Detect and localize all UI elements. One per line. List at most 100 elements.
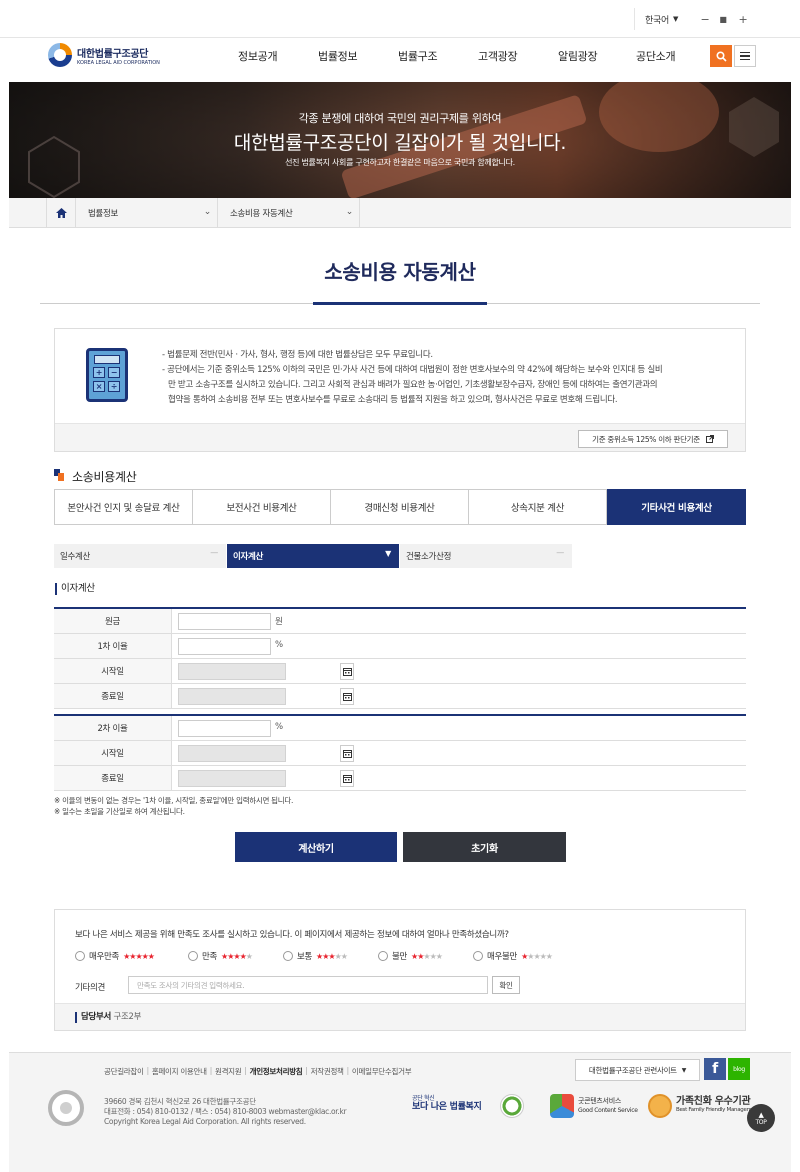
breadcrumb-level1[interactable]: 법률정보 ⌄ (76, 198, 218, 228)
footer-links: 공단길라잡이 | 홈페이지 이용안내 | 원격지원 | 개인정보처리방침 | 저작권정책… (104, 1066, 412, 1077)
tab-other-case-fee[interactable]: 기타사건 비용계산 (607, 489, 746, 525)
breadcrumb-home-button[interactable] (46, 198, 76, 228)
tab-preservation-fee[interactable]: 보전사건 비용계산 (192, 489, 331, 525)
language-label: 한국어 (645, 15, 669, 26)
footer-link[interactable]: 공단길라잡이 (104, 1066, 144, 1077)
calendar-icon (342, 693, 352, 701)
footer-address: 39660 경북 김천시 혁신2로 26 대한법률구조공단 대표전화 : 054… (104, 1097, 347, 1127)
calendar-icon (342, 775, 352, 783)
tab-main-case-fee[interactable]: 본안사건 인지 및 송달료 계산 (54, 489, 193, 525)
form-note: ※ 이율의 변동이 없는 경우는 '1차 이율, 시작일, 종료일'에만 입력하… (54, 796, 294, 805)
end2-label: 종료일 (54, 766, 172, 790)
nav-item-customer[interactable]: 고객광장 (478, 48, 518, 64)
radio-button[interactable] (75, 951, 85, 961)
external-link-icon (705, 435, 714, 443)
opinion-label: 기타의견 (75, 983, 106, 993)
page-title: 소송비용 자동계산 (324, 260, 476, 284)
site-logo[interactable]: 대한법률구조공단 KOREA LEGAL AID CORPORATION (48, 43, 160, 67)
related-sites-select[interactable]: 대한법률구조공단 관련사이트 ▼ (575, 1059, 700, 1081)
survey-option-very-dissatisfied[interactable]: 매우불만 ★★★★★ (473, 950, 553, 962)
cert-label: Good Content Service (578, 1107, 638, 1114)
survey-submit-button[interactable]: 확인 (492, 976, 520, 994)
table-row: 시작일 (54, 659, 746, 684)
address-line: 39660 경북 김천시 혁신2로 26 대한법률구조공단 (104, 1097, 256, 1106)
subtab-label: 일수계산 (60, 552, 91, 562)
footer-link-privacy[interactable]: 개인정보처리방침 (250, 1066, 303, 1077)
blog-icon[interactable]: blog (728, 1058, 750, 1080)
subtab-building-value[interactable]: 건물소가산정 — (400, 544, 572, 568)
calendar-button[interactable] (340, 688, 354, 705)
option-label: 매우만족 (89, 952, 120, 962)
nav-item-about[interactable]: 공단소개 (636, 48, 676, 64)
caret-down-icon: ▼ (681, 1066, 687, 1074)
survey-option-satisfied[interactable]: 만족 ★★★★★ (188, 950, 253, 962)
facebook-icon[interactable]: f (704, 1058, 726, 1080)
rate1-label: 1차 이율 (54, 634, 172, 658)
footer-link[interactable]: 저작권정책 (311, 1066, 344, 1077)
star-rating-icon: ★★★★★ (316, 951, 348, 961)
dash-icon: — (210, 548, 218, 557)
language-select[interactable]: 한국어 ▼ (634, 8, 690, 30)
tab-inheritance-share[interactable]: 상속지분 계산 (468, 489, 607, 525)
nav-item-legal-aid[interactable]: 법률구조 (398, 48, 438, 64)
footer-link[interactable]: 원격지원 (215, 1066, 242, 1077)
end2-date-input[interactable] (178, 770, 286, 787)
end1-date-input[interactable] (178, 688, 286, 705)
option-label: 불만 (392, 952, 408, 962)
income-criteria-button[interactable]: 기준 중위소득 125% 이하 판단기준 (578, 430, 728, 448)
reset-button[interactable]: 초기화 (403, 832, 566, 862)
footer-link[interactable]: 이메일무단수집거부 (352, 1066, 412, 1077)
survey-option-dissatisfied[interactable]: 불만 ★★★★★ (378, 950, 443, 962)
dash-icon: — (556, 548, 564, 557)
footer-link[interactable]: 홈페이지 이용안내 (152, 1066, 207, 1077)
form-note: ※ 일수는 초일을 기산일로 하여 계산됩니다. (54, 807, 185, 816)
calendar-button[interactable] (340, 745, 354, 762)
zoom-in-button[interactable]: + (732, 8, 754, 30)
search-button[interactable] (710, 45, 732, 67)
start2-date-input[interactable] (178, 745, 286, 762)
radio-button[interactable] (378, 951, 388, 961)
scroll-top-button[interactable]: ▲ TOP (747, 1104, 775, 1132)
form-heading: 이자계산 (55, 583, 95, 595)
radio-button[interactable] (188, 951, 198, 961)
option-label: 만족 (202, 952, 218, 962)
rate2-unit: % (275, 722, 283, 732)
logo-mark-icon (48, 43, 72, 67)
calendar-button[interactable] (340, 663, 354, 680)
caret-down-icon: ▼ (672, 15, 679, 23)
breadcrumb-level2[interactable]: 소송비용 자동계산 ⌄ (218, 198, 360, 228)
table-row: 종료일 (54, 766, 746, 791)
survey-option-very-satisfied[interactable]: 매우만족 ★★★★★ (75, 950, 155, 962)
subtab-interest-calc[interactable]: 이자계산 ▼ (227, 544, 399, 568)
nav-item-info-disclosure[interactable]: 정보공개 (238, 48, 278, 64)
breadcrumb-level2-label: 소송비용 자동계산 (230, 209, 293, 219)
hero-banner: 각종 분쟁에 대하여 국민의 권리구제를 위하여 대한법률구조공단이 길잡이가 … (9, 82, 791, 198)
radio-button[interactable] (283, 951, 293, 961)
related-sites-label: 대한법률구조공단 관련사이트 (588, 1065, 677, 1075)
subtab-days-calc[interactable]: 일수계산 — (54, 544, 226, 568)
zoom-reset-button[interactable]: ■ (712, 8, 734, 30)
cert-good-content: 굿콘텐츠서비스 Good Content Service (550, 1094, 638, 1118)
calculate-button[interactable]: 계산하기 (235, 832, 397, 862)
chevron-up-icon: ▲ (758, 1110, 764, 1119)
survey-option-neutral[interactable]: 보통 ★★★★★ (283, 950, 348, 962)
table-row: 시작일 (54, 741, 746, 766)
menu-button[interactable] (734, 45, 756, 67)
logo-name-ko: 대한법률구조공단 (77, 48, 149, 60)
rate2-input[interactable] (178, 720, 271, 737)
principal-input[interactable] (178, 613, 271, 630)
cert-better-welfare: 공단 혁신 보다 나은 법률복지 (412, 1094, 482, 1112)
section-marker-icon (54, 469, 64, 481)
search-icon (715, 50, 727, 62)
calendar-button[interactable] (340, 770, 354, 787)
tab-auction-fee[interactable]: 경매신청 비용계산 (330, 489, 469, 525)
info-line: 만 받고 소송구조를 실시하고 있습니다. 그리고 사회적 관심과 배려가 필요… (168, 380, 658, 390)
rate1-input[interactable] (178, 638, 271, 655)
cert-label: 가족친화 우수기관 (676, 1096, 751, 1107)
start2-label: 시작일 (54, 741, 172, 765)
start1-date-input[interactable] (178, 663, 286, 680)
radio-button[interactable] (473, 951, 483, 961)
nav-item-notice[interactable]: 알림광장 (558, 48, 598, 64)
opinion-input[interactable]: 만족도 조사의 기타의견 입력하세요. (128, 976, 488, 994)
nav-item-legal-info[interactable]: 법률정보 (318, 48, 358, 64)
